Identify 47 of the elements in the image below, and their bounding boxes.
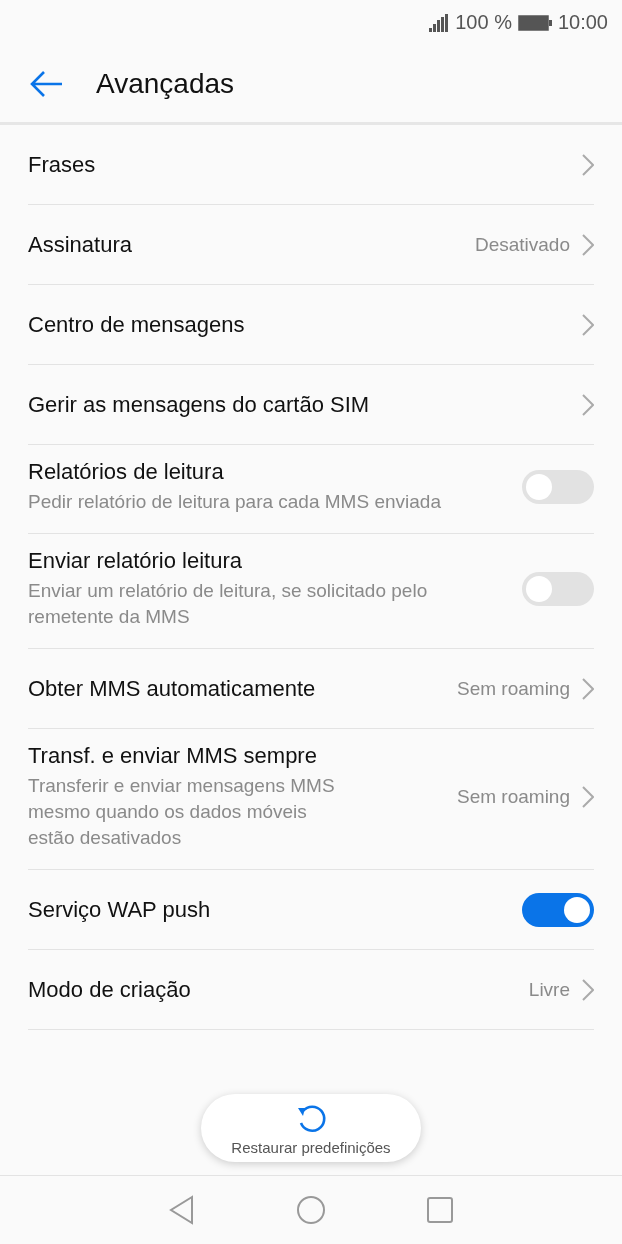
settings-row[interactable]: Frases: [28, 125, 594, 205]
chevron-right-icon: [582, 677, 594, 700]
setting-title: Serviço WAP push: [28, 896, 212, 923]
chevron-right-icon: [582, 786, 594, 808]
home-nav-button[interactable]: [296, 1195, 326, 1225]
back-nav-button[interactable]: [168, 1195, 196, 1225]
setting-title: Assinatura: [28, 231, 133, 258]
setting-value: Sem roaming: [457, 677, 570, 700]
settings-row[interactable]: Enviar relatório leitura Enviar um relatório de leitura, se solicitado pelo remetente da MMS: [28, 534, 594, 649]
signal-icon: [429, 13, 450, 32]
setting-title: Transf. e enviar MMS sempre: [28, 743, 318, 769]
setting-title: Gerir as mensagens do cartão SIM: [28, 391, 371, 418]
chevron-right-icon: [582, 233, 594, 256]
clock: 10:00: [557, 11, 608, 34]
setting-title: Modo de criação: [28, 976, 192, 1003]
setting-title: Enviar relatório leitura: [28, 548, 243, 574]
settings-row[interactable]: Relatórios de leitura Pedir relatório de leitura para cada MMS enviada: [28, 445, 594, 534]
chevron-right-icon: [582, 153, 594, 176]
setting-description: Transferir e enviar mensagens MMS mesmo quando os dados móveis estão desativados: [28, 774, 336, 850]
battery-percent: 100 %: [455, 11, 512, 34]
chevron-right-icon: [582, 978, 594, 1001]
setting-value: Desativado: [474, 233, 570, 256]
chevron-right-icon: [582, 313, 594, 336]
restore-defaults-button[interactable]: Restaurar predefinições: [201, 1094, 421, 1162]
toggle-switch[interactable]: [522, 470, 594, 504]
setting-value: Sem roaming: [457, 786, 570, 808]
chevron-right-icon: [582, 393, 594, 416]
setting-title: Relatórios de leitura: [28, 459, 225, 485]
setting-description: Enviar um relatório de leitura, se solicitado pelo remetente da MMS: [28, 579, 429, 629]
settings-row[interactable]: Serviço WAP push: [28, 870, 594, 950]
settings-row[interactable]: Centro de mensagens: [28, 285, 594, 365]
setting-title: Centro de mensagens: [28, 311, 246, 338]
page-title: Avançadas: [96, 67, 235, 100]
setting-title: Frases: [28, 151, 97, 178]
setting-value: Livre: [528, 978, 570, 1001]
setting-title: Obter MMS automaticamente: [28, 675, 317, 702]
recents-nav-button[interactable]: [426, 1196, 454, 1224]
toggle-switch[interactable]: [522, 572, 594, 606]
setting-description: Pedir relatório de leitura para cada MMS enviada: [28, 490, 442, 514]
battery-icon: [517, 14, 552, 31]
settings-row[interactable]: Modo de criação Livre: [28, 950, 594, 1030]
settings-row[interactable]: Assinatura Desativado: [28, 205, 594, 285]
back-button[interactable]: [30, 69, 64, 98]
settings-row[interactable]: Transf. e enviar MMS sempre Transferir e enviar mensagens MMS mesmo quando os dados móveis estão desativados Sem roaming: [28, 729, 594, 870]
settings-row[interactable]: Gerir as mensagens do cartão SIM: [28, 365, 594, 445]
toggle-switch[interactable]: [522, 892, 594, 927]
settings-row[interactable]: Obter MMS automaticamente Sem roaming: [28, 649, 594, 729]
